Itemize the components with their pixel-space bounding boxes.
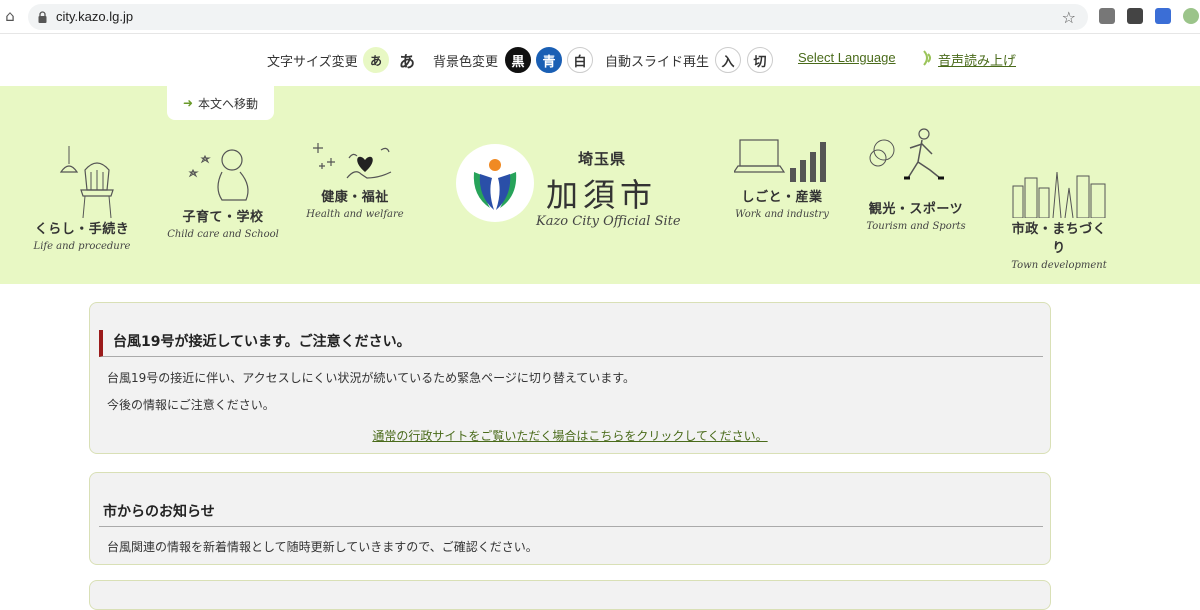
- bg-color-label: 背景色変更: [433, 54, 499, 70]
- city-announcement: 市からのお知らせ 台風関連の情報を新着情報として随時更新していきますので、ご確認…: [89, 472, 1051, 565]
- voice-read-link[interactable]: 音声読み上げ: [938, 50, 1016, 69]
- extension-shield-icon[interactable]: [1127, 8, 1143, 24]
- logo-city-name: 加須市: [546, 176, 658, 214]
- normal-site-link[interactable]: 通常の行政サイトをご覧いただく場合はこちらをクリックしてください。: [90, 427, 1050, 444]
- nav-childcare-sublabel: Child care and School: [167, 229, 279, 240]
- lock-icon: [38, 11, 47, 23]
- nav-life[interactable]: くらし・手続き Life and procedure: [30, 146, 134, 252]
- bg-black-button[interactable]: 黒: [505, 47, 531, 73]
- arrow-right-icon: ➜: [182, 96, 194, 110]
- next-notice-panel: [89, 580, 1051, 610]
- chair-lamp-icon: [59, 146, 114, 218]
- cityscape-icon: [1012, 171, 1106, 218]
- city-emblem-icon: [473, 159, 517, 210]
- address-bar[interactable]: city.kazo.lg.jp ☆: [28, 4, 1088, 30]
- font-small-button[interactable]: あ: [363, 47, 389, 73]
- emergency-notice-line-2: 今後の情報にご注意ください。: [107, 398, 275, 412]
- nav-tourism-label: 観光・スポーツ: [868, 202, 964, 217]
- utility-bar: 文字サイズ変更 あ あ 背景色変更 黒 青 白 自動スライド再生 入 切 Sel…: [0, 34, 1200, 86]
- bookmark-star-icon[interactable]: ☆: [1062, 8, 1076, 27]
- nav-life-sublabel: Life and procedure: [33, 241, 131, 252]
- laptop-chart-icon: [734, 139, 826, 182]
- emergency-notice-title: 台風19号が接近しています。ご注意ください。: [99, 330, 1043, 357]
- home-icon[interactable]: ⌂: [2, 8, 18, 24]
- site-header: ➜ 本文へ移動 くらし・手続き Life and procedure 子育て・学…: [0, 86, 1200, 284]
- emergency-notice-line-1: 台風19号の接近に伴い、アクセスしにくい状況が続いているため緊急ページに切り替え…: [107, 371, 636, 385]
- font-size-label: 文字サイズ変更: [267, 54, 358, 70]
- bg-white-button[interactable]: 白: [567, 47, 593, 73]
- runner-icon: [869, 128, 944, 180]
- nav-childcare[interactable]: 子育て・学校 Child care and School: [166, 148, 280, 240]
- city-announcement-title: 市からのお知らせ: [99, 500, 1043, 527]
- city-logo[interactable]: [456, 144, 534, 222]
- extension-chart-icon[interactable]: [1099, 8, 1115, 24]
- select-language-link[interactable]: Select Language: [798, 50, 896, 65]
- nav-tourism-sublabel: Tourism and Sports: [866, 221, 966, 232]
- nav-childcare-label: 子育て・学校: [182, 210, 264, 225]
- nav-work-sublabel: Work and industry: [735, 209, 829, 220]
- logo-subtitle: Kazo City Official Site: [536, 214, 681, 229]
- bg-blue-button[interactable]: 青: [536, 47, 562, 73]
- profile-avatar[interactable]: [1183, 8, 1199, 24]
- city-announcement-line-1: 台風関連の情報を新着情報として随時更新していきますので、ご確認ください。: [107, 540, 538, 554]
- nav-town-label: 市政・まちづくり: [1011, 222, 1107, 256]
- slide-off-button[interactable]: 切: [747, 47, 773, 73]
- url-text: city.kazo.lg.jp: [56, 9, 134, 24]
- nav-work[interactable]: しごと・産業 Work and industry: [732, 134, 832, 220]
- nav-town-sublabel: Town development: [1011, 260, 1107, 271]
- font-large-button[interactable]: あ: [394, 47, 420, 73]
- skip-to-content-link[interactable]: ➜ 本文へ移動: [167, 86, 274, 120]
- heart-hands-icon: [313, 143, 392, 179]
- skip-link-label: 本文へ移動: [198, 96, 259, 111]
- slide-label: 自動スライド再生: [605, 54, 710, 70]
- nav-health[interactable]: 健康・福祉 Health and welfare: [303, 138, 407, 220]
- slide-on-button[interactable]: 入: [715, 47, 741, 73]
- baby-icon: [188, 149, 249, 201]
- emergency-notice: 台風19号が接近しています。ご注意ください。 台風19号の接近に伴い、アクセスし…: [89, 302, 1051, 454]
- extension-badge-icon[interactable]: [1155, 8, 1171, 24]
- nav-life-label: くらし・手続き: [34, 222, 130, 237]
- nav-tourism[interactable]: 観光・スポーツ Tourism and Sports: [866, 128, 966, 232]
- browser-toolbar: ⌂ city.kazo.lg.jp ☆: [0, 0, 1200, 34]
- nav-work-label: しごと・産業: [741, 190, 823, 205]
- voice-icon: [923, 50, 931, 66]
- nav-town[interactable]: 市政・まちづくり Town development: [1006, 168, 1112, 271]
- logo-prefecture: 埼玉県: [578, 150, 627, 168]
- nav-health-label: 健康・福祉: [321, 190, 389, 205]
- nav-health-sublabel: Health and welfare: [306, 209, 404, 220]
